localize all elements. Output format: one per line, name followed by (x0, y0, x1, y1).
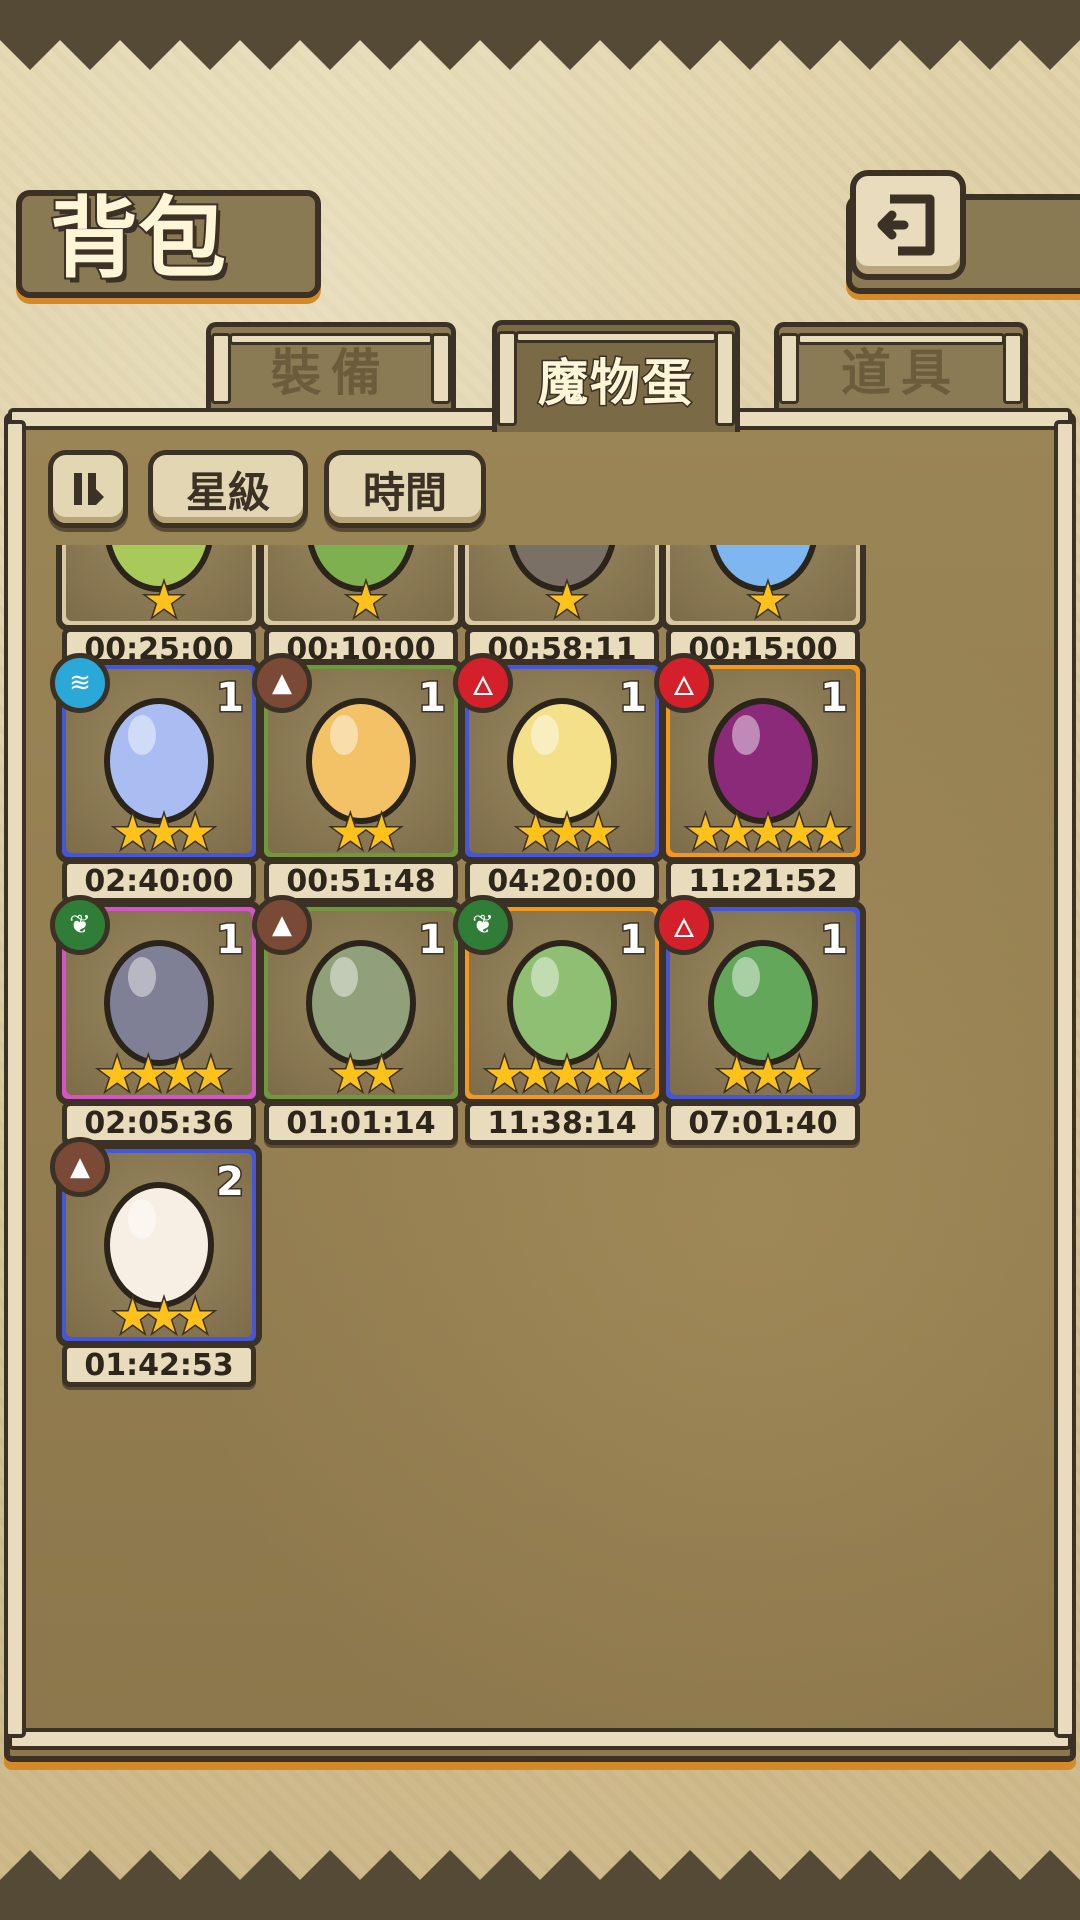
hatch-timer: 01:42:53 (62, 1343, 256, 1387)
fire-element-icon: 🜂 (453, 653, 513, 713)
back-button[interactable] (850, 170, 966, 280)
egg-card[interactable]: ▲ 1 ★★ 01:01:14 (252, 895, 464, 1145)
egg-count: 1 (417, 674, 448, 723)
tab-post (1003, 333, 1023, 404)
egg-card[interactable]: ▲ 2 ★★★ 01:42:53 (50, 1137, 262, 1387)
egg-card[interactable]: ≋1★00:15:00 (660, 545, 866, 671)
star-rating: ★★★ (111, 1289, 218, 1343)
tab-post (211, 333, 231, 404)
tab-post (431, 333, 451, 404)
tab-rail (515, 331, 717, 343)
tab-rail (797, 333, 1005, 345)
egg-card[interactable]: ▲ 1 ★★ 00:51:48 (252, 653, 464, 903)
tab-monster-eggs-label: 魔物蛋 (537, 351, 694, 413)
wood-element-icon: ❦ (453, 895, 513, 955)
star-rating: ★ (545, 573, 589, 627)
egg-count: 1 (215, 916, 246, 965)
star-rating: ★★★★★ (683, 805, 852, 859)
star-rating: ★ (746, 573, 790, 627)
earth-element-icon: ▲ (50, 1137, 110, 1197)
star-rating: ★ (344, 573, 388, 627)
earth-element-icon: ▲ (252, 653, 312, 713)
panel-rail-right (1054, 420, 1076, 1738)
egg-count: 1 (618, 674, 649, 723)
page-title: 背包 (48, 184, 228, 292)
tab-post (779, 333, 799, 404)
sort-by-star-button[interactable]: 星級 (148, 450, 308, 528)
egg-count: 1 (215, 674, 246, 723)
tab-equipment[interactable]: 裝備 (206, 322, 456, 410)
earth-element-icon: ▲ (252, 895, 312, 955)
hatch-timer: 07:01:40 (666, 1101, 860, 1145)
egg-count: 1 (819, 674, 850, 723)
egg-card[interactable]: ▲1★00:58:11 (459, 545, 665, 671)
water-element-icon: ≋ (50, 653, 110, 713)
return-arrow-icon (877, 194, 935, 256)
fire-element-icon: 🜂 (654, 653, 714, 713)
star-rating: ★ (142, 573, 186, 627)
hatch-timer: 11:38:14 (465, 1101, 659, 1145)
tab-monster-eggs[interactable]: 魔物蛋 (492, 320, 740, 432)
egg-card[interactable]: ❦ 1 ★★★★★ 11:38:14 (453, 895, 665, 1145)
egg-count: 1 (618, 916, 649, 965)
tab-post (715, 331, 735, 426)
tab-items[interactable]: 道具 (774, 322, 1028, 410)
egg-card[interactable]: ≋ 1 ★★★ 02:40:00 (50, 653, 262, 903)
top-zigzag-border (0, 0, 1080, 70)
bottom-zigzag-border (0, 1850, 1080, 1920)
panel-rail-left (4, 420, 26, 1738)
star-rating: ★★ (328, 805, 403, 859)
egg-card[interactable]: ❦ 1 ★★★★ 02:05:36 (50, 895, 262, 1145)
panel-rail-bottom (8, 1728, 1072, 1750)
egg-card[interactable]: 🜂 1 ★★★ 07:01:40 (654, 895, 866, 1145)
fire-element-icon: 🜂 (654, 895, 714, 955)
egg-card[interactable]: 🜂 1 ★★★ 04:20:00 (453, 653, 665, 903)
hatch-timer: 01:01:14 (264, 1101, 458, 1145)
star-rating: ★★★★ (95, 1047, 233, 1101)
egg-count: 1 (819, 916, 850, 965)
tab-post (497, 331, 517, 426)
star-rating: ★★★★★ (482, 1047, 651, 1101)
egg-count: 2 (215, 1158, 246, 1207)
star-rating: ★★★ (514, 805, 621, 859)
egg-card[interactable]: ❦2★00:10:00 (258, 545, 464, 671)
sort-order-button[interactable] (48, 450, 128, 528)
egg-count: 1 (417, 916, 448, 965)
egg-card[interactable]: ❦9★00:25:00 (56, 545, 262, 671)
star-rating: ★★ (328, 1047, 403, 1101)
tab-rail (229, 333, 433, 345)
egg-grid[interactable]: ❦9★00:25:00❦2★00:10:00▲1★00:58:11≋1★00:1… (26, 545, 1054, 1725)
egg-card[interactable]: 🜂 1 ★★★★★ 11:21:52 (654, 653, 866, 903)
sort-by-time-button[interactable]: 時間 (324, 450, 486, 528)
star-rating: ★★★ (111, 805, 218, 859)
wood-element-icon: ❦ (50, 895, 110, 955)
star-rating: ★★★ (715, 1047, 822, 1101)
sort-order-icon (74, 473, 104, 505)
